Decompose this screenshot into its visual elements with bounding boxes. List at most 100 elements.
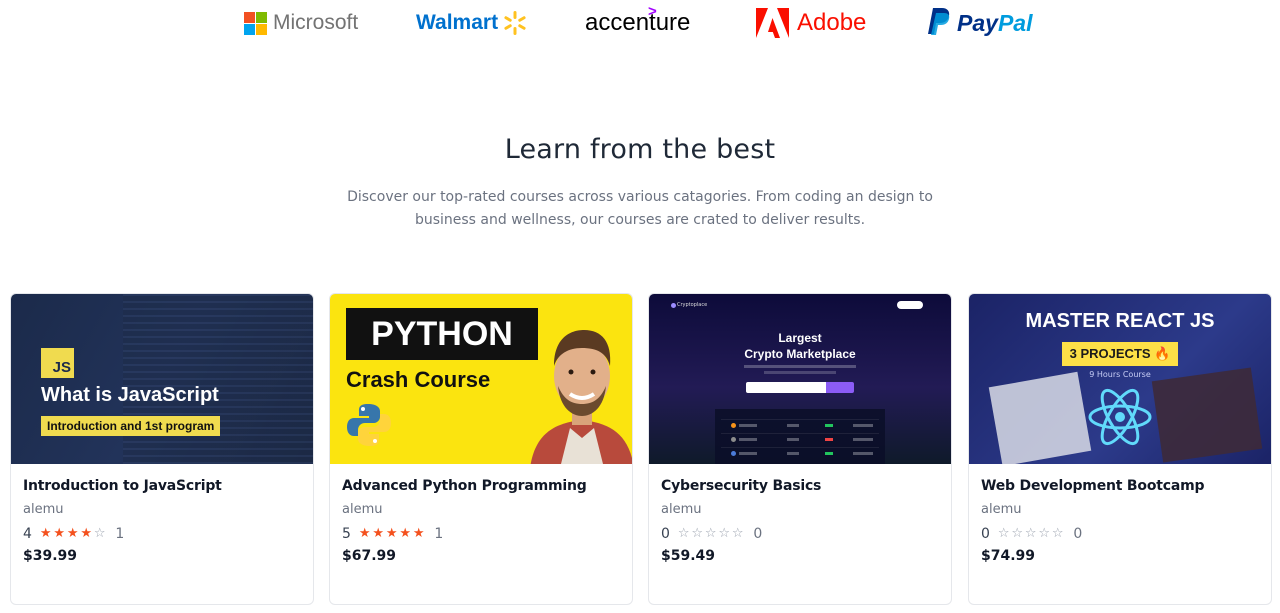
paypal-p-icon xyxy=(928,8,950,35)
section-description: Discover our top-rated courses across va… xyxy=(347,189,933,228)
thumbnail-subtitle: Crash Course xyxy=(346,367,491,392)
course-price: $74.99 xyxy=(981,548,1036,564)
course-rating: 4 ★ ★ ★ ★ ☆ 1 xyxy=(23,525,301,543)
course-rating: 0 ☆ ☆ ☆ ☆ ☆ 0 xyxy=(661,525,939,543)
course-rating: 0 ☆ ☆ ☆ ☆ ☆ 0 xyxy=(981,525,1259,543)
course-author: alemu xyxy=(23,502,64,517)
rating-stars: ★ ★ ★ ★ ★ xyxy=(359,526,427,542)
star-empty-icon: ☆ xyxy=(718,526,731,541)
instructor-photo xyxy=(530,330,632,464)
thumbnail-headline: MASTER REACT JS xyxy=(1025,310,1215,332)
course-price: $67.99 xyxy=(342,548,397,564)
star-filled-icon: ★ xyxy=(399,526,412,541)
paypal-wordmark: PayPal xyxy=(957,9,1033,36)
microsoft-wordmark: Microsoft xyxy=(273,11,359,34)
thumbnail-headline: What is JavaScript xyxy=(41,384,219,406)
course-author: alemu xyxy=(342,502,383,517)
course-rating: 5 ★ ★ ★ ★ ★ 1 xyxy=(342,525,620,543)
rating-stars: ☆ ☆ ☆ ☆ ☆ xyxy=(998,526,1066,542)
course-card[interactable]: Cryptoplace Largest Crypto Marketplace C… xyxy=(648,293,952,605)
mock-navbar: Cryptoplace xyxy=(649,300,951,312)
walmart-wordmark: Walmart xyxy=(416,11,499,34)
thumbnail-tag: 3 PROJECTS 🔥 xyxy=(1062,342,1178,366)
star-empty-icon: ☆ xyxy=(677,526,690,541)
course-card[interactable]: PYTHON Crash Course Advanced Python Prog… xyxy=(329,293,633,605)
star-empty-icon: ☆ xyxy=(704,526,717,541)
react-logo-icon xyxy=(1088,388,1152,446)
course-thumbnail: JS What is JavaScript Introduction and 1… xyxy=(11,294,313,464)
rating-count: 0 xyxy=(753,526,763,542)
mock-tagline xyxy=(744,365,856,368)
rating-count: 0 xyxy=(1073,526,1083,542)
rating-value: 0 xyxy=(981,526,990,542)
thumbnail-hours: 9 Hours Course xyxy=(1089,370,1151,379)
star-filled-icon: ★ xyxy=(412,526,425,541)
accenture-logo: accenture > xyxy=(585,3,691,40)
course-title: Advanced Python Programming xyxy=(342,478,587,494)
star-filled-icon: ★ xyxy=(80,526,93,541)
microsoft-grid-icon xyxy=(244,11,267,35)
mock-search-input xyxy=(746,382,826,393)
rating-value: 4 xyxy=(23,526,32,542)
star-empty-icon: ☆ xyxy=(997,526,1010,541)
mock-search-button xyxy=(826,382,854,393)
rating-count: 1 xyxy=(115,526,125,542)
course-author: alemu xyxy=(661,502,702,517)
star-empty-icon: ☆ xyxy=(1051,526,1064,541)
course-title: Web Development Bootcamp xyxy=(981,478,1205,494)
brand-dot-icon xyxy=(671,303,676,308)
section-title: Learn from the best xyxy=(504,134,776,165)
mock-signup-button xyxy=(897,301,923,309)
code-monitor-graphic xyxy=(123,294,313,464)
course-thumbnail: Cryptoplace Largest Crypto Marketplace xyxy=(649,294,951,464)
star-filled-icon: ★ xyxy=(66,526,79,541)
rating-stars: ★ ★ ★ ★ ☆ xyxy=(40,526,108,542)
mock-tagline xyxy=(764,371,836,374)
star-empty-icon: ☆ xyxy=(731,526,744,541)
walmart-spark-icon xyxy=(504,11,526,35)
rating-value: 0 xyxy=(661,526,670,542)
walmart-logo: Walmart xyxy=(416,6,528,40)
microsoft-logo: Microsoft xyxy=(244,6,358,40)
star-empty-icon: ☆ xyxy=(1038,526,1051,541)
course-title: Cybersecurity Basics xyxy=(661,478,822,494)
card-body: Cybersecurity Basics alemu 0 ☆ ☆ ☆ ☆ ☆ 0 $59… xyxy=(649,464,951,578)
star-filled-icon: ★ xyxy=(39,526,52,541)
adobe-logo: Adobe xyxy=(756,6,866,40)
python-logo-icon xyxy=(347,404,391,446)
thumbnail-subtitle: Introduction and 1st program xyxy=(41,416,221,436)
course-price: $39.99 xyxy=(23,548,78,564)
course-card[interactable]: MASTER REACT JS 3 PROJECTS 🔥 9 Hours Cou… xyxy=(968,293,1272,605)
star-filled-icon: ★ xyxy=(385,526,398,541)
course-card[interactable]: JS What is JavaScript Introduction and 1… xyxy=(10,293,314,605)
star-empty-icon: ☆ xyxy=(93,526,106,541)
rating-stars: ☆ ☆ ☆ ☆ ☆ xyxy=(678,526,746,542)
course-title: Introduction to JavaScript xyxy=(23,478,222,494)
adobe-wordmark: Adobe xyxy=(797,9,867,36)
thumbnail-headline: Largest Crypto Marketplace xyxy=(744,331,856,361)
star-filled-icon: ★ xyxy=(358,526,371,541)
card-body: Introduction to JavaScript alemu 4 ★ ★ ★ ★ ☆… xyxy=(11,464,313,578)
rating-count: 1 xyxy=(434,526,444,542)
accenture-chevron-icon: > xyxy=(648,3,657,20)
partner-logos: Microsoft Walmart accenture > Adobe PayP… xyxy=(0,0,1280,48)
app-screenshot-graphic xyxy=(988,371,1092,464)
card-body: Advanced Python Programming alemu 5 ★ ★ ★ ★… xyxy=(330,464,632,578)
card-body: Web Development Bootcamp alemu 0 ☆ ☆ ☆ ☆ ☆ 0… xyxy=(969,464,1271,578)
mock-brand: Cryptoplace xyxy=(677,302,708,308)
star-empty-icon: ☆ xyxy=(1024,526,1037,541)
accenture-wordmark: accenture > xyxy=(585,3,691,36)
star-empty-icon: ☆ xyxy=(691,526,704,541)
course-author: alemu xyxy=(981,502,1022,517)
thumbnail-headline: PYTHON xyxy=(346,308,538,360)
course-thumbnail: PYTHON Crash Course xyxy=(330,294,632,464)
paypal-logo: PayPal xyxy=(927,6,1032,40)
rating-value: 5 xyxy=(342,526,351,542)
course-thumbnail: MASTER REACT JS 3 PROJECTS 🔥 9 Hours Cou… xyxy=(969,294,1271,464)
star-empty-icon: ☆ xyxy=(1011,526,1024,541)
star-filled-icon: ★ xyxy=(53,526,66,541)
adobe-a-icon xyxy=(756,8,789,38)
app-screenshot-graphic xyxy=(1151,367,1263,463)
course-price: $59.49 xyxy=(661,548,716,564)
javascript-logo-icon: JS xyxy=(41,348,74,378)
